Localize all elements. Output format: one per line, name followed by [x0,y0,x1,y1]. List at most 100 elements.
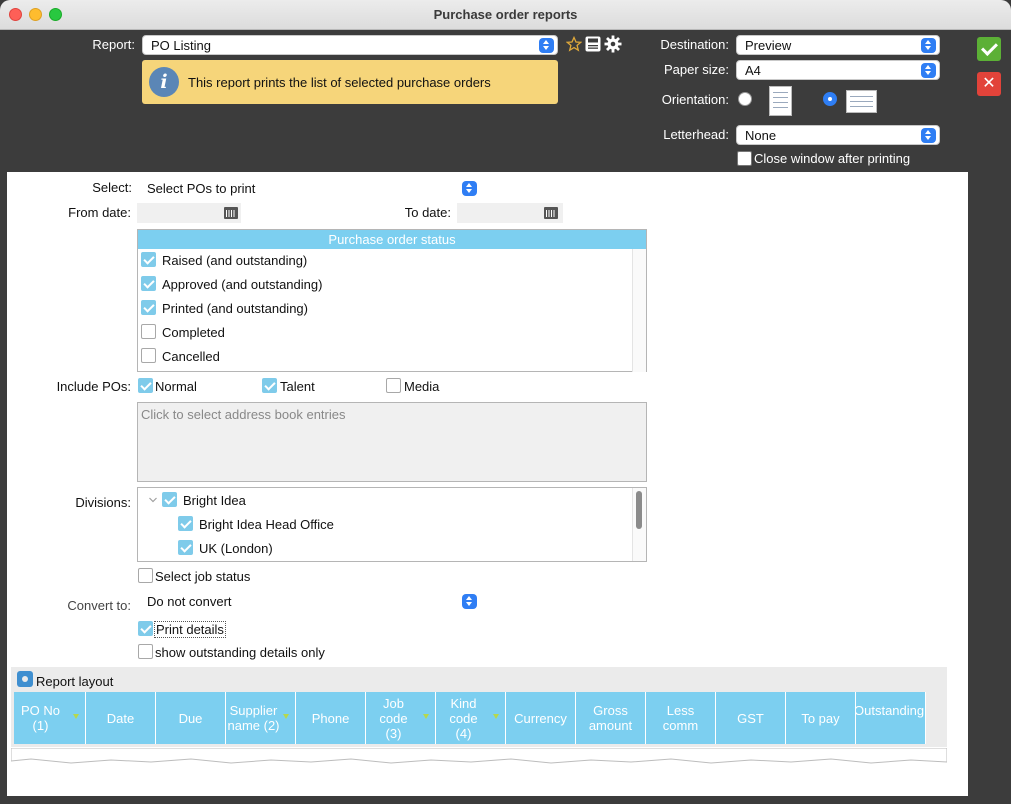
paper-size-select[interactable]: A4 [736,60,940,80]
letterhead-select-value: None [745,128,777,143]
divisions-label: Divisions: [75,495,131,510]
filter-arrow-icon[interactable] [73,714,79,719]
show-outstanding-checkbox[interactable] [138,644,153,659]
status-raised-label: Raised (and outstanding) [162,253,308,268]
address-book-field[interactable]: Click to select address book entries [137,402,647,482]
close-after-printing-checkbox[interactable] [737,151,752,166]
report-label: Report: [92,37,135,52]
division-bright-idea-label: Bright Idea [183,493,246,508]
include-talent-checkbox[interactable] [262,378,277,393]
status-cancelled-label: Cancelled [162,349,220,364]
gear-icon[interactable] [17,671,33,687]
select-arrows-icon [921,128,936,143]
portrait-page-icon [769,86,792,116]
address-book-placeholder: Click to select address book entries [141,407,346,422]
column-header-gross-amount[interactable]: Gross amount [576,692,646,744]
portrait-radio[interactable] [738,92,752,106]
report-info-text: This report prints the list of selected … [188,75,491,90]
to-date-label: To date: [404,205,451,220]
calendar-icon[interactable] [544,207,558,219]
info-icon: i [149,67,179,97]
save-icon[interactable] [585,36,601,52]
column-header-gst[interactable]: GST [716,692,786,744]
column-header-date[interactable]: Date [86,692,156,744]
convert-to-label: Convert to: [67,598,131,613]
star-icon[interactable] [566,36,582,52]
select-pos-select[interactable]: Select POs to print [138,178,481,198]
destination-label: Destination: [660,37,729,52]
division-head-office-label: Bright Idea Head Office [199,517,334,532]
close-after-printing-label: Close window after printing [754,151,911,166]
purchase-order-reports-window: Purchase order reports Report: PO Listin… [0,0,1011,804]
column-header-kind-code[interactable]: Kind code (4) [436,692,506,744]
column-label: Outstanding [856,703,925,718]
convert-to-value: Do not convert [147,594,232,609]
column-header-to-pay[interactable]: To pay [786,692,856,744]
cancel-button[interactable]: ✕ [977,72,1001,96]
report-select[interactable]: PO Listing [142,35,558,55]
column-header-supplier-name[interactable]: Supplier name (2) [226,692,296,744]
divisions-scrollbar[interactable] [632,488,646,561]
status-raised-checkbox[interactable] [141,252,156,267]
column-header-job-code[interactable]: Job code (3) [366,692,436,744]
landscape-radio[interactable] [823,92,837,106]
column-header-currency[interactable]: Currency [506,692,576,744]
show-outstanding-label: show outstanding details only [155,645,325,660]
title-bar: Purchase order reports [0,0,1011,30]
column-header-less-comm[interactable]: Less comm [646,692,716,744]
divisions-scroll-thumb[interactable] [636,491,642,529]
filter-arrow-icon[interactable] [283,714,289,719]
select-arrows-icon [921,38,936,53]
include-normal-label: Normal [155,379,197,394]
ok-button[interactable] [977,37,1001,61]
po-status-header: Purchase order status [138,230,646,249]
select-job-status-checkbox[interactable] [138,568,153,583]
status-completed-checkbox[interactable] [141,324,156,339]
chevron-down-icon[interactable] [148,496,158,504]
filter-arrow-icon[interactable] [493,714,499,719]
column-label: Supplier name (2) [227,703,280,733]
from-date-label: From date: [68,205,131,220]
status-printed-checkbox[interactable] [141,300,156,315]
status-cancelled-checkbox[interactable] [141,348,156,363]
report-layout-label: Report layout [36,674,114,689]
letterhead-label: Letterhead: [663,127,729,142]
letterhead-select[interactable]: None [736,125,940,145]
column-header-po-no[interactable]: PO No (1) [14,692,86,744]
include-talent-label: Talent [280,379,315,394]
column-label: Date [106,710,135,726]
landscape-page-icon [846,90,877,113]
column-label: Phone [311,710,350,726]
paper-size-label: Paper size: [663,62,729,77]
status-printed-label: Printed (and outstanding) [162,301,308,316]
column-header-outstanding[interactable]: Outstanding [856,692,926,744]
paper-size-select-value: A4 [745,63,761,78]
include-media-checkbox[interactable] [386,378,401,393]
torn-edge-decoration [11,748,947,764]
report-info-box: i This report prints the list of selecte… [142,60,558,104]
division-head-office-checkbox[interactable] [178,516,193,531]
status-completed-label: Completed [162,325,225,340]
column-header-phone[interactable]: Phone [296,692,366,744]
po-status-scrollbar[interactable] [632,249,646,372]
print-details-checkbox[interactable] [138,621,153,636]
destination-select[interactable]: Preview [736,35,940,55]
print-details-label: Print details [154,621,226,638]
convert-to-select[interactable]: Do not convert [138,591,481,611]
calendar-icon[interactable] [224,207,238,219]
division-bright-idea-checkbox[interactable] [162,492,177,507]
column-header-due[interactable]: Due [156,692,226,744]
select-arrows-icon [539,38,554,53]
column-label: Due [178,710,203,726]
column-label: To pay [801,710,840,726]
gear-icon[interactable] [604,35,622,53]
division-uk-london-checkbox[interactable] [178,540,193,555]
include-normal-checkbox[interactable] [138,378,153,393]
filter-arrow-icon[interactable] [423,714,429,719]
column-label: Less comm [662,703,699,733]
column-label: GST [737,710,764,726]
column-label: PO No (1) [20,703,60,733]
column-label: Currency [514,710,567,726]
status-approved-checkbox[interactable] [141,276,156,291]
select-pos-value: Select POs to print [147,181,256,196]
